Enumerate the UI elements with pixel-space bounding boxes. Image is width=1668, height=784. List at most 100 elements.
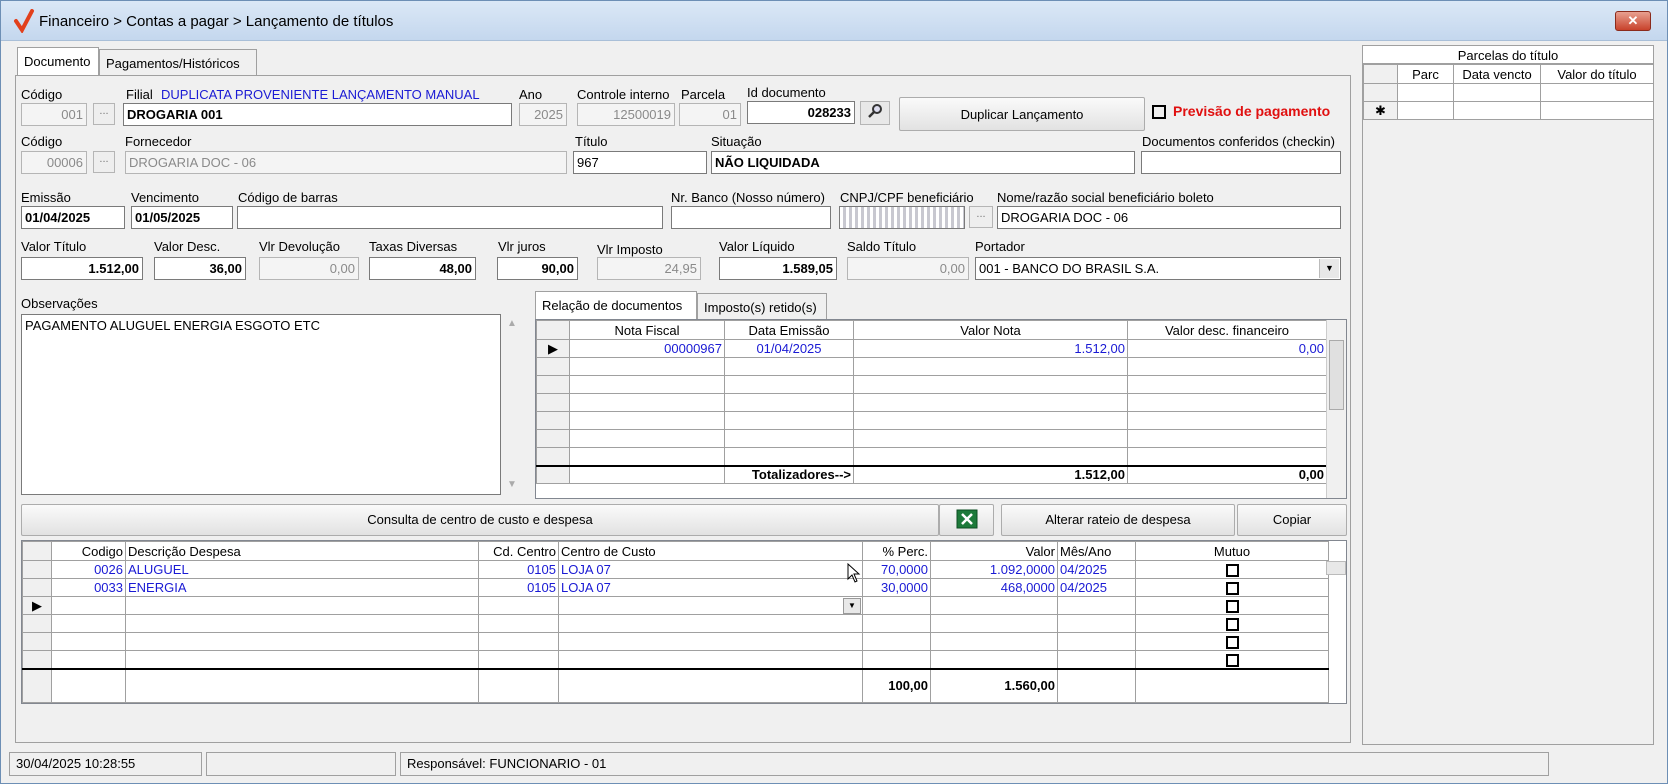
- col-data-vencto[interactable]: Data vencto: [1453, 64, 1541, 84]
- mutuo-checkbox[interactable]: [1225, 600, 1239, 614]
- fornecedor-lookup-button[interactable]: ...: [93, 151, 115, 173]
- tab-impostos-retidos[interactable]: Imposto(s) retido(s): [697, 293, 827, 319]
- col-perc[interactable]: % Perc.: [862, 541, 931, 561]
- nr-banco-field[interactable]: [671, 206, 831, 229]
- centro-custo-cell[interactable]: LOJA 07: [558, 560, 863, 579]
- table-row[interactable]: [22, 650, 1329, 669]
- codigo-barras-field[interactable]: [237, 206, 663, 229]
- taxas-field[interactable]: 48,00: [369, 257, 476, 280]
- table-row[interactable]: [22, 632, 1329, 651]
- vlr-juros-field[interactable]: 90,00: [497, 257, 578, 280]
- col-mutuo[interactable]: Mutuo: [1135, 541, 1329, 561]
- nome-benef-field[interactable]: DROGARIA DOC - 06: [997, 206, 1341, 229]
- valor-cell[interactable]: 1.092,0000: [930, 560, 1058, 579]
- descricao-cell[interactable]: ALUGUEL: [125, 560, 479, 579]
- col-valor-desc-financeiro[interactable]: Valor desc. financeiro: [1127, 320, 1327, 340]
- scroll-up-icon[interactable]: ▲: [507, 318, 517, 329]
- col-descricao-despesa[interactable]: Descrição Despesa: [125, 541, 479, 561]
- perc-cell[interactable]: 70,0000: [862, 560, 931, 579]
- codigo-cell[interactable]: 0033: [51, 578, 126, 597]
- observacoes-scrollbar[interactable]: ▲ ▼: [505, 314, 519, 495]
- valor-cell[interactable]: 468,0000: [930, 578, 1058, 597]
- col-valor-nota[interactable]: Valor Nota: [853, 320, 1128, 340]
- col-nota-fiscal[interactable]: Nota Fiscal: [569, 320, 725, 340]
- situacao-field[interactable]: NÃO LIQUIDADA: [711, 151, 1135, 174]
- mutuo-checkbox[interactable]: [1225, 636, 1239, 650]
- cd-centro-cell[interactable]: 0105: [478, 578, 559, 597]
- mutuo-checkbox[interactable]: [1225, 564, 1239, 578]
- scroll-down-icon[interactable]: ▼: [507, 479, 517, 490]
- excel-export-button[interactable]: [939, 504, 994, 536]
- mutuo-checkbox[interactable]: [1225, 582, 1239, 596]
- col-valor-titulo[interactable]: Valor do título: [1540, 64, 1653, 84]
- col-codigo[interactable]: Codigo: [51, 541, 126, 561]
- ano-field[interactable]: 2025: [519, 103, 567, 126]
- alterar-rateio-button[interactable]: Alterar rateio de despesa: [1001, 504, 1235, 536]
- valor-titulo-field[interactable]: 1.512,00: [21, 257, 143, 280]
- documentos-scrollbar[interactable]: [1326, 320, 1346, 498]
- codigo2-field[interactable]: 00006: [21, 151, 87, 174]
- codigo-field[interactable]: 001: [21, 103, 87, 126]
- centro-custo-cell[interactable]: LOJA 07: [558, 578, 863, 597]
- titulo-field[interactable]: 967: [573, 151, 707, 174]
- codigo-lookup-button[interactable]: ...: [93, 103, 115, 125]
- cd-centro-cell[interactable]: 0105: [478, 560, 559, 579]
- vlr-devolucao-field[interactable]: 0,00: [259, 257, 359, 280]
- previsao-checkbox[interactable]: [1152, 105, 1166, 119]
- table-row[interactable]: [536, 357, 1327, 376]
- perc-cell[interactable]: 30,0000: [862, 578, 931, 597]
- valor-liquido-field[interactable]: 1.589,05: [719, 257, 837, 280]
- parcela-field[interactable]: 01: [679, 103, 741, 126]
- scroll-thumb[interactable]: [1329, 340, 1344, 410]
- table-row[interactable]: [536, 411, 1327, 430]
- table-row[interactable]: [1363, 83, 1653, 102]
- vlr-imposto-field[interactable]: 24,95: [597, 257, 701, 280]
- table-row[interactable]: [536, 375, 1327, 394]
- table-row[interactable]: ▶ 00000967 01/04/2025 1.512,00 0,00: [536, 339, 1327, 358]
- centro-custo-dropdown[interactable]: ▼: [558, 596, 863, 615]
- tab-relacao-documentos[interactable]: Relação de documentos: [535, 291, 697, 319]
- docs-conferidos-field[interactable]: [1141, 151, 1341, 174]
- vencimento-field[interactable]: 01/05/2025: [131, 206, 233, 229]
- cc-scroll-thumb[interactable]: [1326, 561, 1346, 575]
- observacoes-textarea[interactable]: PAGAMENTO ALUGUEL ENERGIA ESGOTO ETC: [21, 314, 501, 495]
- close-button[interactable]: ✕: [1615, 11, 1651, 31]
- table-row[interactable]: [536, 447, 1327, 466]
- table-row-new[interactable]: ▶ ▼: [22, 596, 1329, 615]
- table-row-new[interactable]: ✱: [1363, 101, 1653, 120]
- col-cd-centro[interactable]: Cd. Centro: [478, 541, 559, 561]
- table-row[interactable]: [22, 614, 1329, 633]
- chevron-down-icon[interactable]: ▼: [1319, 259, 1339, 278]
- copiar-button[interactable]: Copiar: [1237, 504, 1347, 536]
- col-parc[interactable]: Parc: [1397, 64, 1454, 84]
- emissao-field[interactable]: 01/04/2025: [21, 206, 125, 229]
- nota-fiscal-cell[interactable]: 00000967: [569, 339, 725, 358]
- consulta-centro-custo-button[interactable]: Consulta de centro de custo e despesa: [21, 504, 939, 536]
- cnpj-lookup-button[interactable]: ...: [969, 206, 993, 228]
- table-row[interactable]: [536, 393, 1327, 412]
- id-documento-field[interactable]: 028233: [747, 101, 855, 124]
- data-emissao-cell[interactable]: 01/04/2025: [724, 339, 854, 358]
- descricao-cell[interactable]: ENERGIA: [125, 578, 479, 597]
- portador-select[interactable]: 001 - BANCO DO BRASIL S.A. ▼: [975, 257, 1341, 280]
- mutuo-checkbox[interactable]: [1225, 653, 1239, 667]
- controle-field[interactable]: 12500019: [577, 103, 675, 126]
- tab-documento[interactable]: Documento: [17, 47, 99, 75]
- search-icon[interactable]: [860, 101, 890, 125]
- mes-ano-cell[interactable]: 04/2025: [1057, 560, 1136, 579]
- mes-ano-cell[interactable]: 04/2025: [1057, 578, 1136, 597]
- table-row[interactable]: 0033 ENERGIA 0105 LOJA 07 30,0000 468,00…: [22, 578, 1329, 597]
- saldo-titulo-field[interactable]: 0,00: [847, 257, 969, 280]
- chevron-down-icon[interactable]: ▼: [843, 598, 861, 614]
- fornecedor-field[interactable]: DROGARIA DOC - 06: [125, 151, 567, 174]
- tab-pagamentos[interactable]: Pagamentos/Históricos: [99, 49, 257, 75]
- table-row[interactable]: [536, 429, 1327, 448]
- codigo-cell[interactable]: 0026: [51, 560, 126, 579]
- filial-field[interactable]: DROGARIA 001: [123, 103, 512, 126]
- duplicar-button[interactable]: Duplicar Lançamento: [899, 97, 1145, 131]
- valor-desc-field[interactable]: 36,00: [154, 257, 246, 280]
- valor-desc-cell[interactable]: 0,00: [1127, 339, 1327, 358]
- col-centro-custo[interactable]: Centro de Custo: [558, 541, 863, 561]
- valor-nota-cell[interactable]: 1.512,00: [853, 339, 1128, 358]
- mutuo-checkbox[interactable]: [1225, 618, 1239, 632]
